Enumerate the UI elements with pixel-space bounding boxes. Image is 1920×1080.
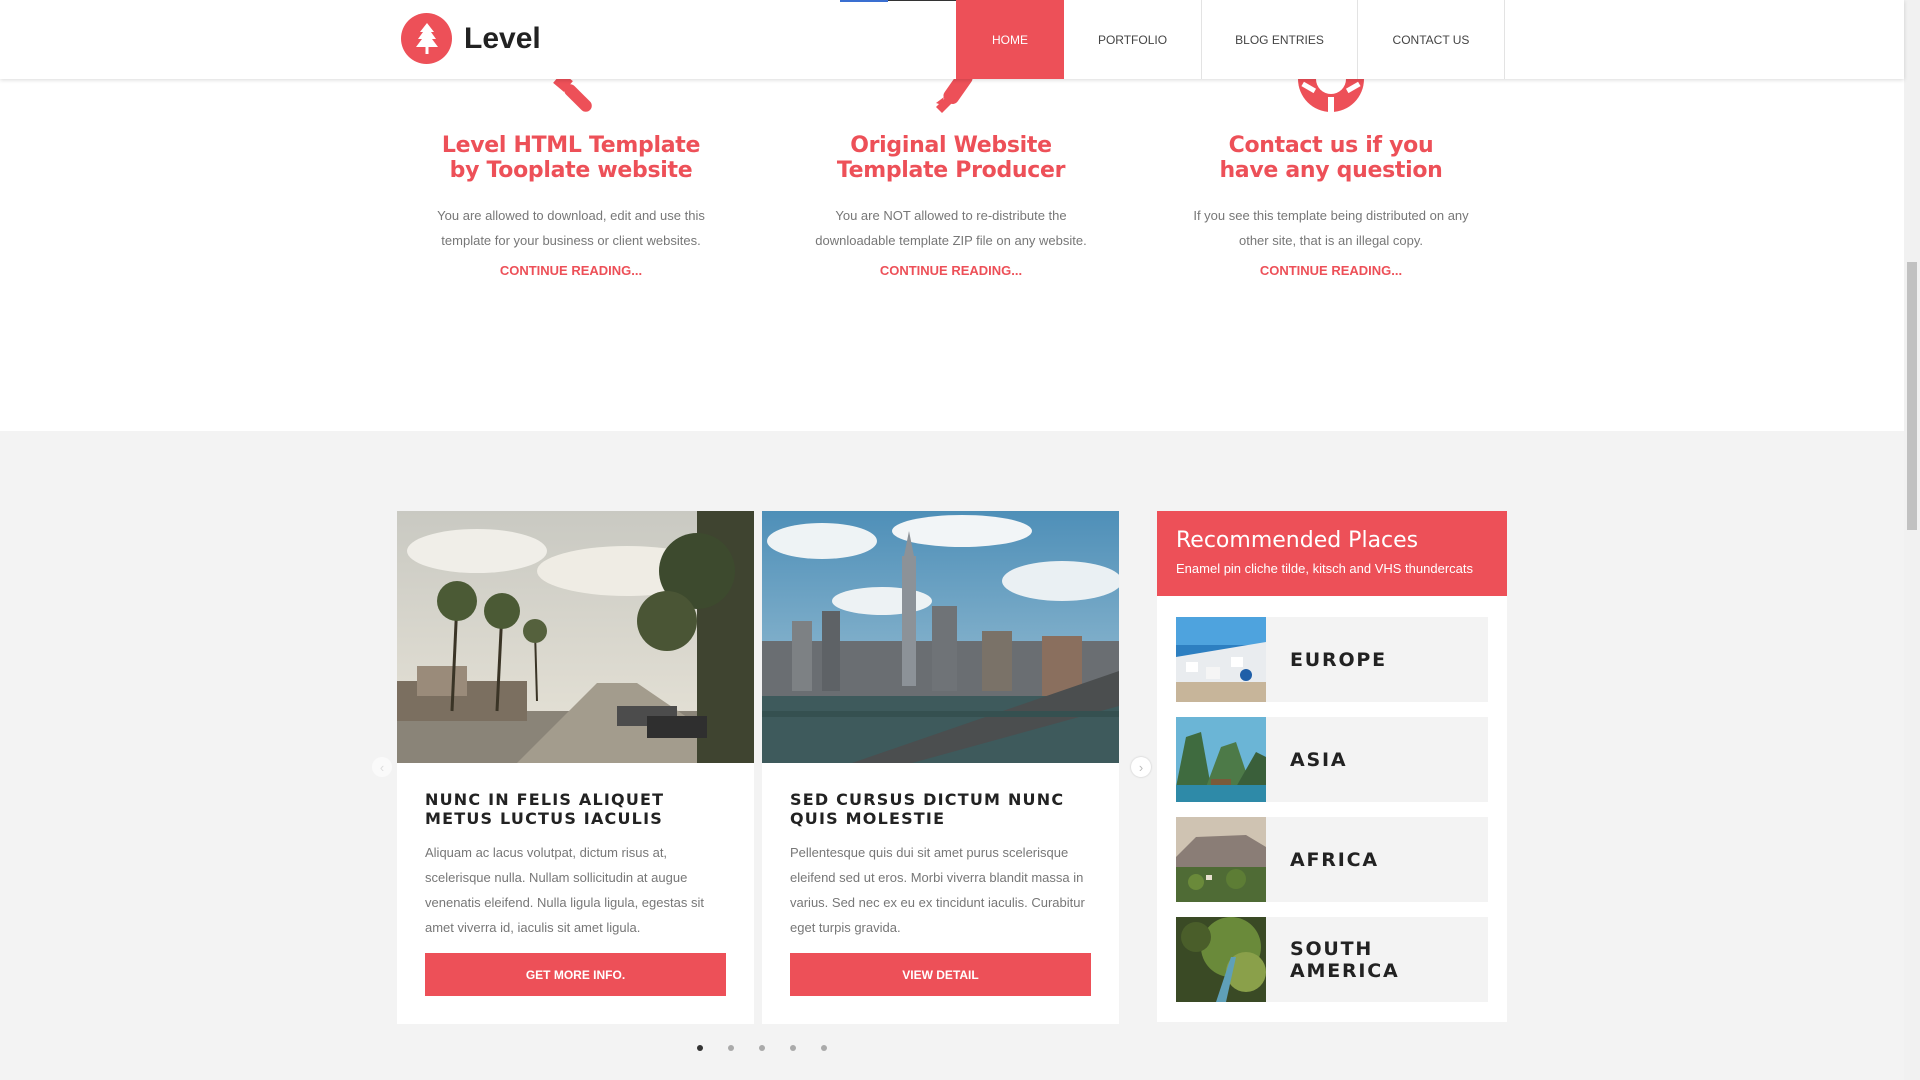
chevron-left-icon[interactable]: ‹	[372, 757, 392, 777]
main-nav: HOME PORTFOLIO BLOG ENTRIES CONTACT US	[956, 0, 1505, 79]
continue-reading-link[interactable]: CONTINUE READING...	[880, 263, 1022, 278]
nav-item-contact-us[interactable]: CONTACT US	[1358, 0, 1505, 79]
slider-dot[interactable]	[790, 1045, 796, 1051]
city-skyline-photo	[762, 511, 1119, 763]
recommended-header: Recommended Places Enamel pin cliche til…	[1157, 511, 1507, 596]
view-detail-button[interactable]: VIEW DETAIL	[790, 953, 1091, 996]
continue-reading-link[interactable]: CONTINUE READING...	[1260, 263, 1402, 278]
palm-street-photo	[397, 511, 754, 763]
slider-dot[interactable]	[759, 1045, 765, 1051]
recommended-title: Recommended Places	[1176, 528, 1419, 553]
feature-text: If you see this template being distribut…	[1193, 208, 1469, 248]
blog-card: SED CURSUS DICTUM NUNC QUIS MOLESTIE Pel…	[762, 511, 1119, 1024]
card-title: NUNC IN FELIS ALIQUET METUS LUCTUS IACUL…	[425, 790, 665, 828]
recommended-subtitle: Enamel pin cliche tilde, kitsch and VHS …	[1176, 561, 1473, 576]
feature-text: You are allowed to download, edit and us…	[437, 208, 705, 248]
continue-reading-link[interactable]: CONTINUE READING...	[500, 263, 642, 278]
place-name: EUROPE	[1290, 648, 1387, 671]
rocket-icon	[906, 79, 996, 119]
card-title: SED CURSUS DICTUM NUNC QUIS MOLESTIE	[790, 790, 1065, 828]
feature-text: You are NOT allowed to re-distribute the…	[815, 208, 1087, 248]
site-header: Level HOME PORTFOLIO BLOG ENTRIES CONTAC…	[0, 0, 1904, 79]
blog-card: NUNC IN FELIS ALIQUET METUS LUCTUS IACUL…	[397, 511, 754, 1024]
place-name: SOUTH AMERICA	[1290, 937, 1400, 982]
place-item-asia[interactable]: ASIA	[1176, 717, 1488, 802]
feature-title: Original Website Template Producer	[836, 133, 1066, 183]
page-scrollbar[interactable]	[1904, 0, 1920, 1080]
nav-item-portfolio[interactable]: PORTFOLIO	[1064, 0, 1202, 79]
nav-divider-line	[888, 0, 956, 1]
slider-dots	[697, 1045, 827, 1051]
card-text: Pellentesque quis dui sit amet purus sce…	[790, 845, 1085, 935]
tools-icon	[526, 79, 616, 119]
feature-title: Level HTML Template by Tooplate website	[441, 133, 701, 183]
feature-title: Contact us if you have any question	[1219, 133, 1443, 183]
halong-bay-photo	[1176, 717, 1266, 802]
jungle-waterfall-photo	[1176, 917, 1266, 1002]
place-name: AFRICA	[1290, 848, 1379, 871]
place-item-europe[interactable]: EUROPE	[1176, 617, 1488, 702]
tree-icon	[401, 13, 452, 64]
nav-item-home[interactable]: HOME	[956, 0, 1064, 79]
recommended-places-panel: Recommended Places Enamel pin cliche til…	[1157, 511, 1507, 1022]
place-item-south-america[interactable]: SOUTH AMERICA	[1176, 917, 1488, 1002]
feature-card: Original Website Template Producer You a…	[801, 79, 1101, 280]
slider-dot[interactable]	[821, 1045, 827, 1051]
feature-card: Level HTML Template by Tooplate website …	[421, 79, 721, 280]
nav-item-blog-entries[interactable]: BLOG ENTRIES	[1202, 0, 1358, 79]
brand-name: Level	[464, 21, 541, 55]
lifebuoy-icon	[1286, 79, 1376, 119]
features-section: Level HTML Template by Tooplate website …	[0, 79, 1904, 431]
brand[interactable]: Level	[401, 13, 541, 64]
nav-indicator-line	[840, 0, 888, 2]
card-text: Aliquam ac lacus volutpat, dictum risus …	[425, 845, 704, 935]
place-name: ASIA	[1290, 748, 1348, 771]
table-mountain-photo	[1176, 817, 1266, 902]
place-item-africa[interactable]: AFRICA	[1176, 817, 1488, 902]
slider-dot[interactable]	[728, 1045, 734, 1051]
chevron-right-icon[interactable]: ›	[1131, 757, 1151, 777]
get-more-info-button[interactable]: GET MORE INFO.	[425, 953, 726, 996]
feature-card: Contact us if you have any question If y…	[1181, 79, 1481, 280]
scrollbar-thumb[interactable]	[1907, 262, 1917, 530]
slider-dot[interactable]	[697, 1045, 703, 1051]
santorini-photo	[1176, 617, 1266, 702]
